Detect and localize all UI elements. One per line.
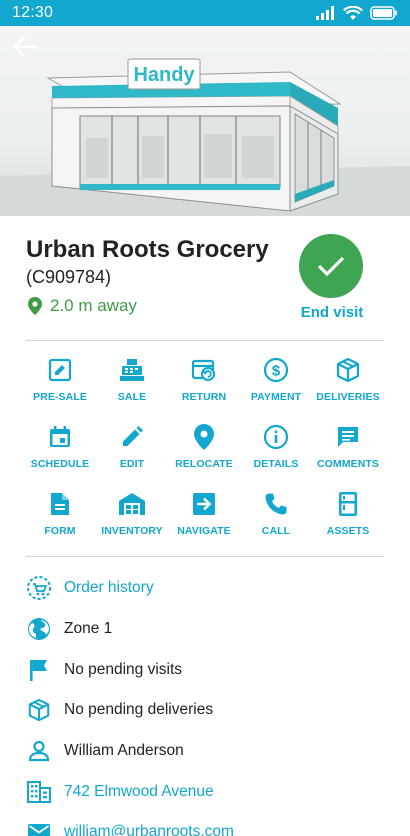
- action-label: SCHEDULE: [30, 458, 90, 470]
- action-return[interactable]: RETURN: [168, 356, 240, 422]
- deliveries-text: No pending deliveries: [64, 701, 214, 719]
- order-history-row[interactable]: Order history: [26, 568, 386, 609]
- phone-icon: [265, 493, 287, 515]
- action-form[interactable]: FORM: [24, 490, 96, 556]
- signal-icon: [316, 6, 334, 20]
- action-payment[interactable]: $ PAYMENT: [240, 356, 312, 422]
- info-list: Order history Zone 1 No pending visits N…: [26, 568, 386, 836]
- action-pre-sale[interactable]: PRE-SALE: [24, 356, 96, 422]
- action-label: CALL: [261, 525, 291, 537]
- order-history-link[interactable]: Order history: [64, 579, 154, 597]
- zone-text: Zone 1: [64, 620, 113, 638]
- action-label: INVENTORY: [101, 525, 163, 537]
- action-inventory[interactable]: INVENTORY: [96, 490, 168, 556]
- action-call[interactable]: CALL: [240, 490, 312, 556]
- info-icon: [263, 424, 289, 450]
- action-label: FORM: [44, 525, 76, 537]
- calendar-icon: [50, 426, 70, 447]
- email-row[interactable]: william@urbanroots.com: [26, 812, 386, 836]
- warehouse-icon: [119, 493, 145, 515]
- action-label: DELIVERIES: [316, 391, 380, 403]
- action-label: RETURN: [181, 391, 227, 403]
- svg-text:$: $: [272, 363, 281, 380]
- visits-row: No pending visits: [26, 649, 386, 690]
- store-image: Handy: [0, 26, 410, 216]
- package-icon: [28, 699, 50, 722]
- end-visit-button[interactable]: [299, 234, 363, 298]
- email-icon: [28, 824, 50, 836]
- building-icon: [27, 780, 51, 803]
- checkmark-icon: [317, 256, 345, 277]
- action-details[interactable]: DETAILS: [240, 423, 312, 489]
- pencil-icon: [123, 426, 143, 446]
- end-visit-label[interactable]: End visit: [290, 304, 374, 321]
- status-bar: 12:30: [0, 0, 410, 26]
- store-illustration: Handy: [0, 58, 410, 216]
- globe-icon: [28, 618, 50, 641]
- store-sign-text: Handy: [133, 64, 195, 86]
- comment-icon: [338, 427, 358, 447]
- return-icon: [191, 359, 215, 381]
- store-distance: 2.0 m away: [28, 296, 137, 316]
- dollar-circle-icon: $: [263, 357, 289, 383]
- contact-name: William Anderson: [64, 742, 184, 760]
- contact-row: William Anderson: [26, 731, 386, 772]
- cash-register-icon: [120, 359, 144, 381]
- address-row[interactable]: 742 Elmwood Avenue: [26, 771, 386, 812]
- document-icon: [51, 493, 69, 515]
- action-label: ASSETS: [326, 525, 370, 537]
- zone-row: Zone 1: [26, 609, 386, 650]
- action-sale[interactable]: SALE: [96, 356, 168, 422]
- edit-box-icon: [48, 358, 72, 382]
- battery-icon: [370, 6, 397, 20]
- action-label: SALE: [117, 391, 147, 403]
- map-pin-icon: [194, 424, 214, 450]
- back-button[interactable]: [10, 32, 40, 62]
- flag-icon: [30, 659, 47, 681]
- action-edit[interactable]: EDIT: [96, 423, 168, 489]
- fridge-icon: [339, 492, 357, 516]
- action-label: RELOCATE: [175, 458, 233, 470]
- store-code: (C909784): [26, 267, 112, 287]
- arrow-left-icon: [13, 36, 38, 58]
- wifi-icon: [343, 5, 363, 20]
- location-pin-icon: [28, 297, 42, 315]
- action-grid: PRE-SALE SALE RETURN $ PAYMENT DELIVERIE…: [24, 356, 386, 556]
- person-icon: [28, 740, 50, 762]
- address-link[interactable]: 742 Elmwood Avenue: [64, 783, 214, 801]
- action-comments[interactable]: COMMENTS: [312, 423, 384, 489]
- distance-text: 2.0 m away: [50, 296, 137, 315]
- action-label: EDIT: [119, 458, 145, 470]
- store-name: Urban Roots Grocery: [26, 236, 269, 263]
- action-relocate[interactable]: RELOCATE: [168, 423, 240, 489]
- package-icon: [336, 357, 360, 383]
- action-assets[interactable]: ASSETS: [312, 490, 384, 556]
- order-history-icon: [27, 576, 51, 601]
- action-label: PAYMENT: [250, 391, 302, 403]
- divider: [26, 556, 384, 557]
- action-deliveries[interactable]: DELIVERIES: [312, 356, 384, 422]
- action-label: COMMENTS: [316, 458, 380, 470]
- action-schedule[interactable]: SCHEDULE: [24, 423, 96, 489]
- deliveries-row: No pending deliveries: [26, 690, 386, 731]
- navigate-icon: [193, 493, 215, 515]
- status-icons: [316, 5, 398, 21]
- divider: [26, 340, 384, 341]
- action-navigate[interactable]: NAVIGATE: [168, 490, 240, 556]
- action-label: NAVIGATE: [177, 525, 231, 537]
- action-label: DETAILS: [253, 458, 299, 470]
- visits-text: No pending visits: [64, 660, 183, 678]
- action-label: PRE-SALE: [33, 391, 87, 403]
- email-link[interactable]: william@urbanroots.com: [64, 823, 234, 836]
- status-time: 12:30: [12, 4, 54, 21]
